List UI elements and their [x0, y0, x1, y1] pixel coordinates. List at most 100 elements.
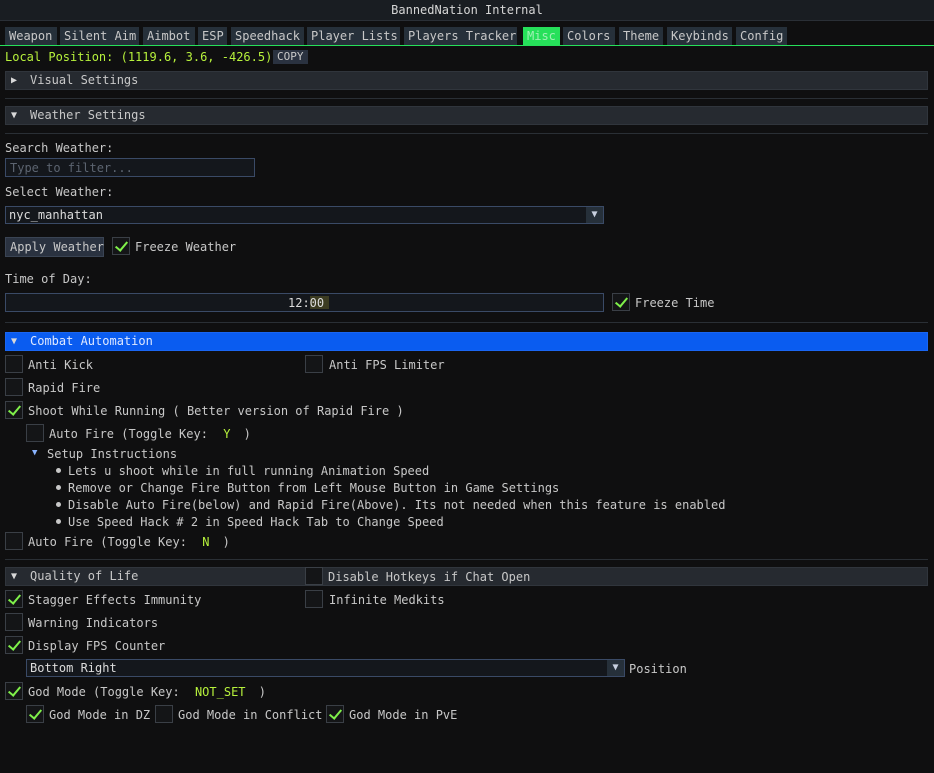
god-mode-pve-checkbox[interactable] — [326, 705, 344, 723]
instruction-item: Use Speed Hack # 2 in Speed Hack Tab to … — [68, 515, 444, 529]
rapid-fire-label: Rapid Fire — [28, 381, 101, 395]
combat-automation-header[interactable]: ▼ Combat Automation — [5, 332, 928, 351]
god-mode-dz-label: God Mode in DZ — [49, 708, 151, 722]
instruction-item: Remove or Change Fire Button from Left M… — [68, 481, 560, 495]
freeze-time-label: Freeze Time — [635, 296, 715, 310]
divider — [5, 322, 928, 323]
search-weather-input[interactable]: Type to filter... — [5, 158, 255, 177]
quality-of-life-label: Quality of Life — [30, 569, 139, 583]
tab-misc[interactable]: Misc — [523, 27, 560, 45]
bullet — [56, 468, 61, 473]
auto-fire-close: ) — [222, 535, 230, 549]
god-mode-pve-label: God Mode in PvE — [349, 708, 458, 722]
anti-fps-limiter-label: Anti FPS Limiter — [329, 358, 445, 372]
search-weather-label: Search Weather: — [5, 141, 114, 155]
freeze-weather-checkbox[interactable] — [112, 237, 130, 255]
infinite-medkits-checkbox[interactable] — [305, 590, 323, 608]
shoot-while-running-label: Shoot While Running ( Better version of … — [28, 404, 404, 418]
time-of-day-value: 12:00 — [288, 296, 325, 310]
setup-instructions-header[interactable]: Setup Instructions — [47, 447, 177, 461]
tab-esp[interactable]: ESP — [198, 27, 227, 45]
infinite-medkits-label: Infinite Medkits — [329, 593, 445, 607]
god-mode-close: ) — [258, 685, 266, 699]
tab-config[interactable]: Config — [736, 27, 787, 45]
shoot-while-running-checkbox[interactable] — [5, 401, 23, 419]
god-mode-conflict-checkbox[interactable] — [155, 705, 173, 723]
fps-counter-checkbox[interactable] — [5, 636, 23, 654]
god-mode-text: God Mode (Toggle Key: — [28, 685, 180, 699]
stagger-immunity-label: Stagger Effects Immunity — [28, 593, 202, 607]
fps-position-select[interactable]: Bottom Right ▼ — [26, 659, 625, 677]
god-mode-conflict-label: God Mode in Conflict — [178, 708, 323, 722]
tab-aimbot[interactable]: Aimbot — [143, 27, 195, 45]
chevron-down-icon: ▼ — [586, 207, 603, 223]
expand-down-icon: ▼ — [11, 110, 18, 121]
tab-silent-aim[interactable]: Silent Aim — [60, 27, 139, 45]
expand-down-icon[interactable]: ▼ — [32, 448, 37, 458]
divider — [5, 559, 928, 560]
chevron-down-icon: ▼ — [607, 660, 624, 676]
select-weather-label: Select Weather: — [5, 185, 114, 199]
apply-weather-button[interactable]: Apply Weather — [5, 237, 104, 257]
god-mode-label: God Mode (Toggle Key: NOT_SET ) — [28, 685, 266, 699]
tab-speedhack[interactable]: Speedhack — [231, 27, 304, 45]
auto-fire-inner-close: ) — [243, 427, 251, 441]
auto-fire-inner-checkbox[interactable] — [26, 424, 44, 442]
instruction-item: Disable Auto Fire(below) and Rapid Fire(… — [68, 498, 726, 512]
auto-fire-inner-label: Auto Fire (Toggle Key: Y ) — [49, 427, 251, 441]
freeze-weather-label: Freeze Weather — [135, 240, 237, 254]
disable-hotkeys-checkbox[interactable] — [305, 567, 323, 585]
warning-indicators-label: Warning Indicators — [28, 616, 159, 630]
weather-select[interactable]: nyc_manhattan ▼ — [5, 206, 604, 224]
anti-kick-label: Anti Kick — [28, 358, 94, 372]
weather-select-value: nyc_manhattan — [9, 208, 103, 222]
tab-players-tracker[interactable]: Players Tracker — [404, 27, 517, 45]
god-mode-dz-checkbox[interactable] — [26, 705, 44, 723]
fps-position-value: Bottom Right — [30, 661, 117, 675]
god-mode-key: NOT_SET — [194, 685, 246, 699]
disable-hotkeys-label: Disable Hotkeys if Chat Open — [328, 570, 531, 584]
tab-colors[interactable]: Colors — [563, 27, 615, 45]
copy-button[interactable]: COPY — [273, 50, 308, 64]
weather-settings-header[interactable]: ▼ Weather Settings — [5, 106, 928, 125]
auto-fire-label: Auto Fire (Toggle Key: N ) — [28, 535, 230, 549]
quality-of-life-header[interactable]: ▼ Quality of Life — [5, 567, 306, 586]
tab-player-lists[interactable]: Player Lists — [307, 27, 400, 45]
weather-settings-label: Weather Settings — [30, 108, 146, 122]
bullet — [56, 485, 61, 490]
anti-fps-limiter-checkbox[interactable] — [305, 355, 323, 373]
fps-position-label: Position — [629, 662, 687, 676]
bullet — [56, 502, 61, 507]
instruction-item: Lets u shoot while in full running Anima… — [68, 464, 430, 478]
tab-keybinds[interactable]: Keybinds — [667, 27, 732, 45]
time-of-day-label: Time of Day: — [5, 272, 92, 286]
auto-fire-text: Auto Fire (Toggle Key: — [28, 535, 187, 549]
time-of-day-slider[interactable]: 12:00 — [5, 293, 604, 312]
warning-indicators-checkbox[interactable] — [5, 613, 23, 631]
divider — [5, 98, 928, 99]
bullet — [56, 519, 61, 524]
tab-underline — [0, 45, 934, 46]
auto-fire-inner-text: Auto Fire (Toggle Key: — [49, 427, 208, 441]
expand-down-icon: ▼ — [11, 336, 18, 347]
auto-fire-key: N — [202, 535, 210, 549]
local-position: Local Position: (1119.6, 3.6, -426.5) — [5, 50, 273, 64]
anti-kick-checkbox[interactable] — [5, 355, 23, 373]
auto-fire-inner-key: Y — [223, 427, 231, 441]
god-mode-checkbox[interactable] — [5, 682, 23, 700]
rapid-fire-checkbox[interactable] — [5, 378, 23, 396]
expand-down-icon: ▼ — [11, 571, 18, 582]
tab-bar: Weapon Silent Aim Aimbot ESP Speedhack P… — [0, 27, 934, 45]
stagger-immunity-checkbox[interactable] — [5, 590, 23, 608]
combat-automation-label: Combat Automation — [30, 334, 153, 348]
freeze-time-checkbox[interactable] — [612, 293, 630, 311]
search-weather-placeholder: Type to filter... — [10, 161, 133, 175]
visual-settings-label: Visual Settings — [30, 73, 139, 87]
window-title: BannedNation Internal — [0, 0, 934, 21]
visual-settings-header[interactable]: ▶ Visual Settings — [5, 71, 928, 90]
tab-weapon[interactable]: Weapon — [5, 27, 57, 45]
tab-theme[interactable]: Theme — [619, 27, 663, 45]
fps-counter-label: Display FPS Counter — [28, 639, 166, 653]
expand-right-icon: ▶ — [11, 75, 18, 86]
auto-fire-checkbox[interactable] — [5, 532, 23, 550]
